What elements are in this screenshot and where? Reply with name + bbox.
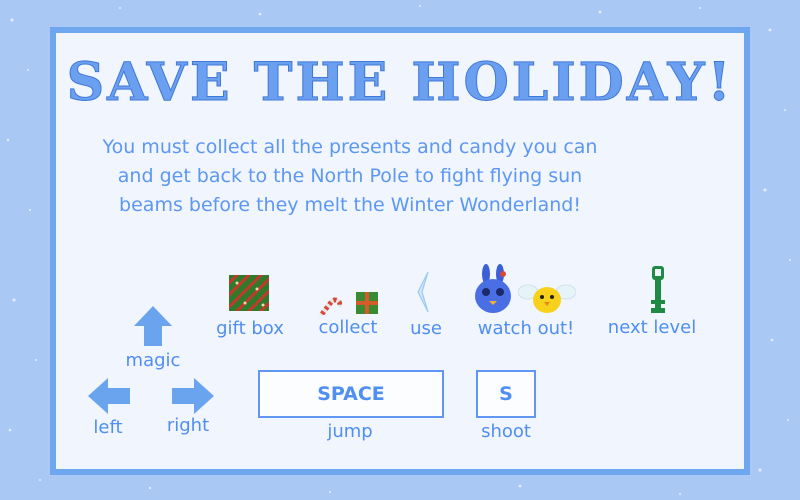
jump-label: jump: [327, 421, 373, 442]
gift-box-label: gift box: [216, 318, 284, 339]
blue-bunny-enemy-icon: [475, 264, 511, 313]
yellow-chick-enemy-icon: [518, 284, 576, 313]
next-level-label: next level: [607, 317, 697, 338]
green-key-icon: [651, 266, 665, 313]
shoot-label: shoot: [481, 421, 531, 442]
right-label: right: [166, 415, 210, 436]
candy-cane-icon: [319, 297, 342, 315]
collect-label: collect: [318, 317, 378, 338]
left-arrow-icon: [88, 378, 130, 414]
use-label: use: [410, 318, 442, 339]
up-arrow-icon: [134, 306, 172, 346]
magic-label: magic: [125, 350, 181, 371]
right-arrow-icon: [172, 378, 214, 414]
watch-out-label: watch out!: [477, 318, 575, 339]
present-icon: [356, 292, 378, 314]
s-key: S: [476, 370, 536, 418]
ice-crystal-icon: [417, 271, 429, 313]
game-description: You must collect all the presents and ca…: [102, 136, 598, 216]
left-label: left: [93, 417, 123, 438]
space-key: SPACE: [258, 370, 444, 418]
gift-box-tile-icon: [229, 275, 269, 311]
game-title: SAVE THE HOLIDAY!: [66, 52, 734, 114]
